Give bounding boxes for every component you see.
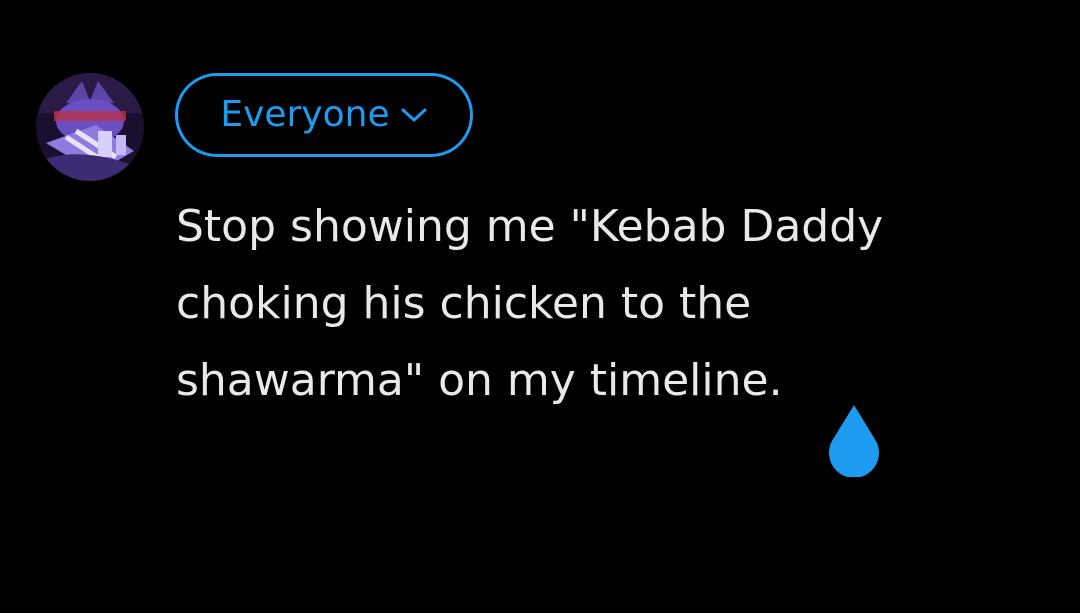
tweet-compose-textarea[interactable]: Stop showing me "Kebab Daddy choking his…: [176, 188, 1036, 419]
text-line: choking his chicken to the: [176, 278, 752, 329]
chevron-down-icon: [400, 106, 428, 124]
text-cursor-handle-icon[interactable]: [822, 403, 886, 477]
text-line: shawarma" on my timeline.: [176, 355, 783, 406]
audience-selector-button[interactable]: Everyone: [175, 73, 473, 157]
avatar[interactable]: [36, 73, 144, 181]
text-line: Stop showing me "Kebab Daddy: [176, 201, 884, 252]
avatar-image: [36, 73, 144, 181]
audience-label: Everyone: [220, 94, 390, 135]
